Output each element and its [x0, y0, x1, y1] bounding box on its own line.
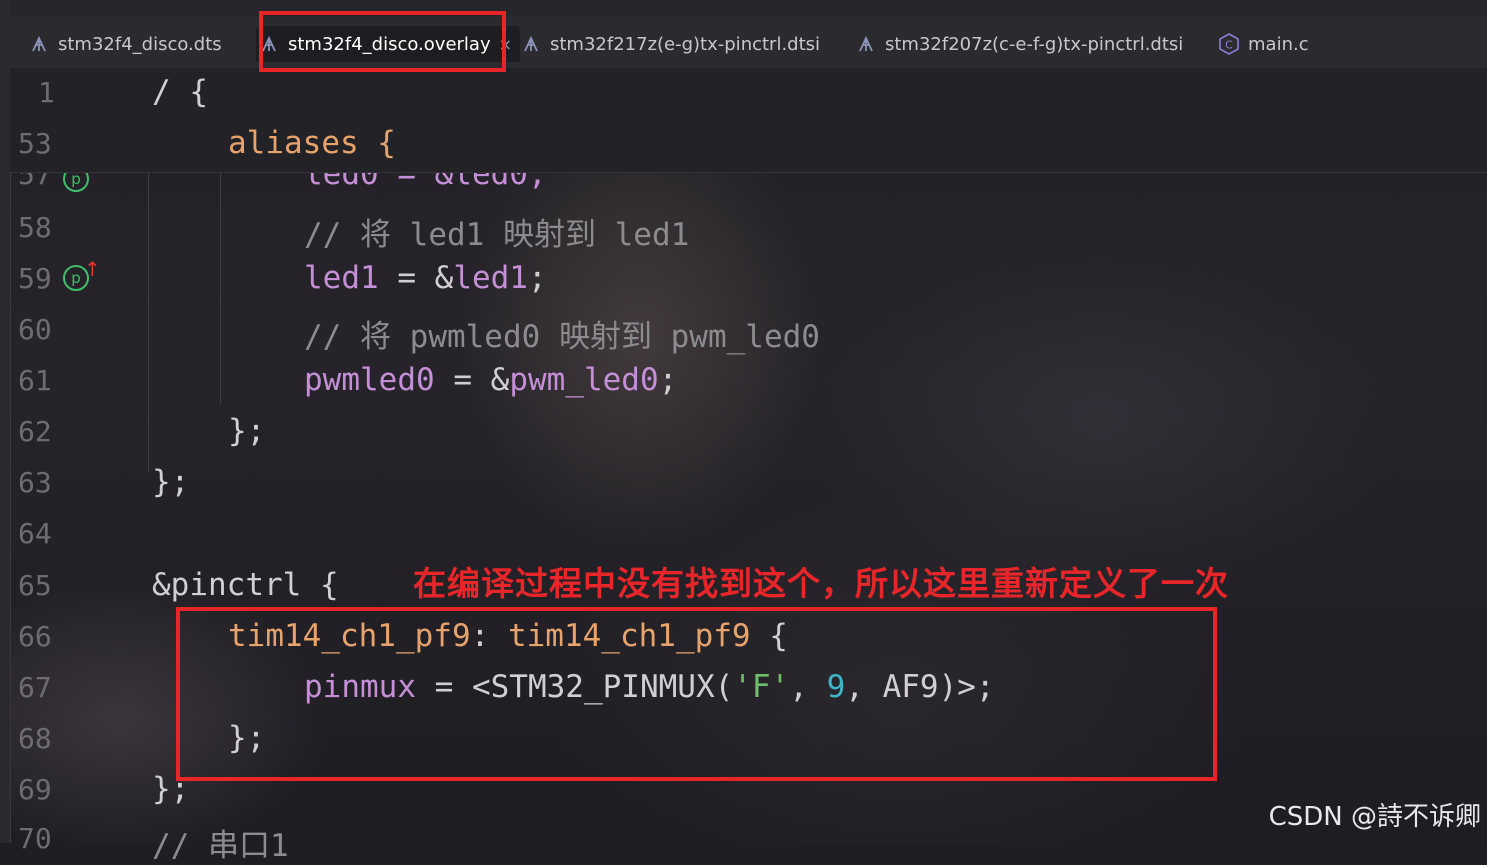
code-comment: // 将 pwmled0 映射到 pwm_led0 — [304, 319, 820, 355]
tab-stm32f4-disco-dts[interactable]: stm32f4_disco.dts — [28, 26, 222, 62]
annotation-text: 在编译过程中没有找到这个，所以这里重新定义了一次 — [413, 564, 1229, 603]
line-number: 59 — [18, 262, 52, 295]
code-line[interactable]: 53 aliases { — [10, 119, 1487, 170]
line-number: 62 — [18, 415, 52, 448]
tab-stm32f207-pinctrl[interactable]: stm32f207z(c-e-f-g)tx-pinctrl.dtsi — [855, 26, 1183, 62]
code-line[interactable]: 60 // 将 pwmled0 映射到 pwm_led0 — [10, 305, 1487, 356]
devicetree-icon — [28, 33, 50, 55]
watermark: CSDN @詩不诉卿 — [1268, 802, 1481, 832]
code-text: }; — [152, 464, 190, 500]
code-line[interactable]: 70 // 串口1 — [10, 814, 1487, 865]
line-number: 67 — [18, 671, 52, 704]
code-highlight-box — [176, 607, 1217, 781]
line-number: 65 — [18, 569, 52, 602]
line-number: 63 — [18, 466, 52, 499]
tab-label: stm32f207z(c-e-f-g)tx-pinctrl.dtsi — [885, 33, 1184, 55]
line-number: 60 — [18, 313, 52, 346]
code-text: &pinctrl { — [152, 567, 339, 603]
code-text: pwmled0 = &pwm_led0; — [304, 362, 678, 398]
svg-text:C: C — [1225, 39, 1233, 52]
arrow-up-icon: ↑ — [84, 257, 101, 281]
code-line[interactable]: 59 led1 = &led1; — [10, 254, 1487, 305]
line-number: 66 — [18, 620, 52, 653]
tab-label: stm32f217z(e-g)tx-pinctrl.dtsi — [550, 33, 821, 55]
tab-stm32f217-pinctrl[interactable]: stm32f217z(e-g)tx-pinctrl.dtsi — [520, 26, 820, 62]
code-text: led1 = &led1; — [304, 260, 547, 296]
sticky-scroll-header: 1 / { 53 aliases { — [10, 68, 1487, 173]
code-comment: // 将 led1 映射到 led1 — [304, 217, 690, 253]
devicetree-icon — [520, 33, 542, 55]
c-file-icon: C — [1218, 33, 1240, 55]
line-number: 69 — [18, 773, 52, 806]
line-number: 1 — [38, 76, 55, 109]
code-line[interactable]: 61 pwmled0 = &pwm_led0; — [10, 356, 1487, 407]
line-number: 70 — [18, 822, 52, 855]
tab-label: main.c — [1248, 33, 1309, 55]
window-top-strip — [10, 0, 1487, 16]
code-line[interactable]: 64 — [10, 509, 1487, 560]
code-line[interactable]: 62 }; — [10, 407, 1487, 458]
code-text: / { — [152, 74, 208, 110]
tab-main-c[interactable]: C main.c — [1218, 26, 1309, 62]
devicetree-icon — [855, 33, 877, 55]
code-text: }; — [228, 413, 266, 449]
line-number: 61 — [18, 364, 52, 397]
code-line[interactable]: 58 // 将 led1 映射到 led1 — [10, 203, 1487, 254]
line-number: 64 — [18, 517, 52, 550]
active-tab-highlight-box — [259, 11, 506, 72]
line-number: 53 — [18, 127, 52, 160]
code-text: aliases { — [228, 125, 396, 161]
tab-label: stm32f4_disco.dts — [58, 33, 222, 55]
line-number: 68 — [18, 722, 52, 755]
line-number: 58 — [18, 211, 52, 244]
code-line[interactable]: 63 }; — [10, 458, 1487, 509]
code-line[interactable]: 1 / { — [10, 68, 1487, 119]
